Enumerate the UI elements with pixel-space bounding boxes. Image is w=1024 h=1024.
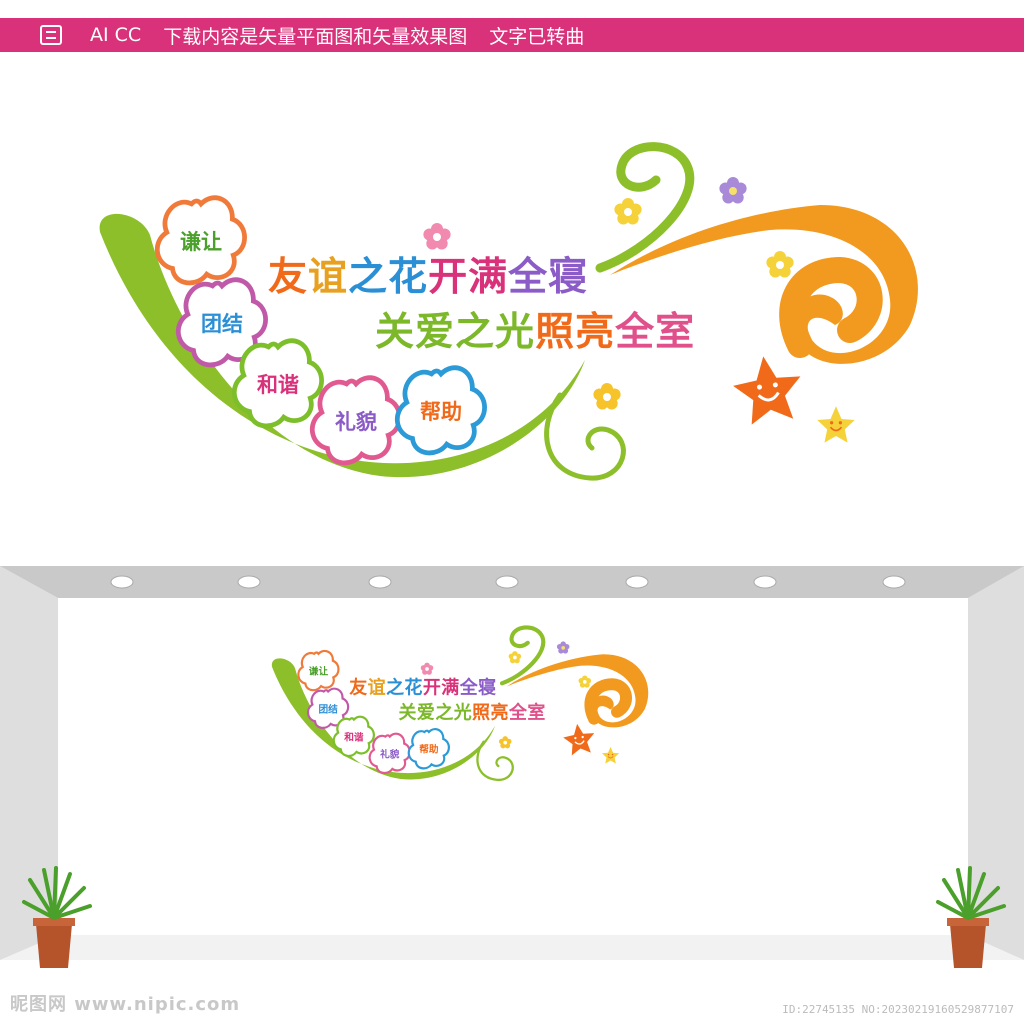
svg-text:友谊之花开满全寝: 友谊之花开满全寝 (268, 255, 588, 300)
badge-label: 谦让 (180, 230, 222, 254)
badge-label: 帮助 (420, 400, 462, 424)
svg-text:和谐: 和谐 (343, 731, 364, 743)
svg-text:谦让: 谦让 (309, 666, 329, 678)
room-mockup (0, 566, 1024, 1024)
badge-label: 和谐 (257, 373, 299, 397)
badge-label: 团结 (201, 312, 243, 336)
svg-text:团结: 团结 (318, 703, 338, 715)
svg-text:关爱之光照亮全室: 关爱之光照亮全室 (399, 702, 546, 724)
svg-text:帮助: 帮助 (419, 744, 439, 756)
badge-label: 礼貌 (335, 410, 377, 434)
svg-text:友谊之花开满全寝: 友谊之花开满全寝 (349, 676, 496, 698)
design-canvas: 友谊之花开满全寝 关爱之光照亮全室 谦让 团结 和谐 礼貌 帮助 友谊之花开满全… (0, 0, 1024, 1024)
watermark-id: ID:22745135 NO:20230219160529877107 (782, 1003, 1014, 1016)
watermark-site: 昵图网 www.nipic.com (10, 994, 241, 1015)
headline1-char: 友 (268, 255, 308, 300)
svg-text:关爱之光照亮全室: 关爱之光照亮全室 (375, 310, 695, 355)
svg-text:礼貌: 礼貌 (380, 748, 400, 760)
